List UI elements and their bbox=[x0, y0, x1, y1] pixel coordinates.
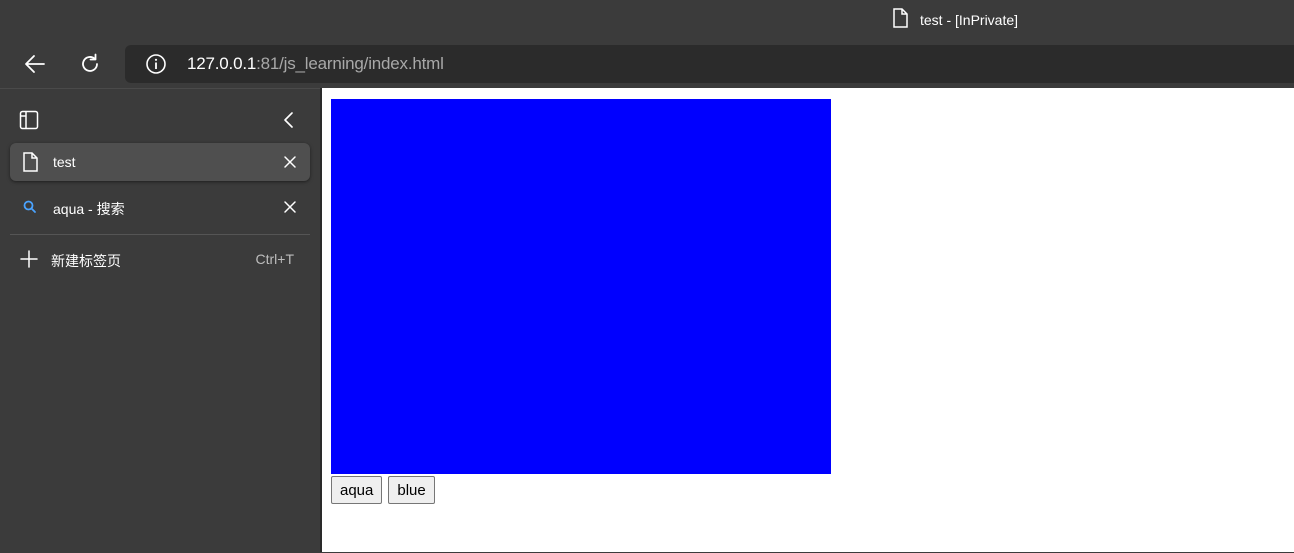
refresh-icon bbox=[82, 53, 98, 72]
blue-button[interactable]: blue bbox=[388, 476, 435, 504]
panel-icon bbox=[19, 110, 39, 130]
url-text[interactable]: 127.0.0.1:81/js_learning/index.html bbox=[187, 54, 444, 74]
refresh-button[interactable] bbox=[75, 50, 105, 78]
aqua-button[interactable]: aqua bbox=[331, 476, 383, 504]
site-info-button[interactable] bbox=[145, 53, 167, 75]
tab-label: aqua - 搜索 bbox=[53, 201, 125, 217]
back-button[interactable] bbox=[20, 50, 50, 78]
window-title: test - [InPrivate] bbox=[892, 7, 1019, 33]
window-title-text: test - [InPrivate] bbox=[920, 12, 1019, 28]
url-host: 127.0.0.1 bbox=[187, 54, 257, 73]
close-icon bbox=[284, 201, 296, 213]
info-icon bbox=[146, 54, 166, 74]
search-icon bbox=[20, 197, 40, 217]
color-box bbox=[331, 99, 831, 474]
tab-actions-button[interactable] bbox=[18, 109, 40, 131]
close-tab-button[interactable] bbox=[280, 197, 300, 217]
page-icon bbox=[892, 7, 908, 33]
url-path: :81/js_learning/index.html bbox=[256, 54, 444, 73]
page-content: aqua blue bbox=[320, 88, 1294, 552]
new-tab-label: 新建标签页 bbox=[51, 253, 121, 269]
title-bar: test - [InPrivate] bbox=[0, 0, 1294, 40]
close-icon bbox=[284, 156, 296, 168]
close-tab-button[interactable] bbox=[280, 152, 300, 172]
toolbar: 127.0.0.1:81/js_learning/index.html bbox=[0, 40, 1294, 88]
tab-test[interactable]: test bbox=[10, 143, 310, 181]
arrow-left-icon bbox=[25, 55, 45, 73]
address-bar[interactable]: 127.0.0.1:81/js_learning/index.html bbox=[125, 45, 1294, 83]
tab-label: test bbox=[53, 154, 76, 170]
plus-icon bbox=[18, 248, 40, 270]
page-icon bbox=[20, 152, 40, 172]
new-tab-shortcut: Ctrl+T bbox=[255, 251, 295, 267]
new-tab-button[interactable]: 新建标签页 Ctrl+T bbox=[10, 241, 310, 277]
tab-aqua-search[interactable]: aqua - 搜索 bbox=[10, 188, 310, 226]
button-row: aqua blue bbox=[331, 476, 435, 504]
vertical-tabs-sidebar: test aqua - 搜索 新建标签页 Ctrl+T bbox=[0, 88, 320, 553]
collapse-sidebar-button[interactable] bbox=[278, 109, 300, 131]
chevron-left-icon bbox=[284, 112, 293, 128]
sidebar-divider bbox=[10, 234, 310, 235]
